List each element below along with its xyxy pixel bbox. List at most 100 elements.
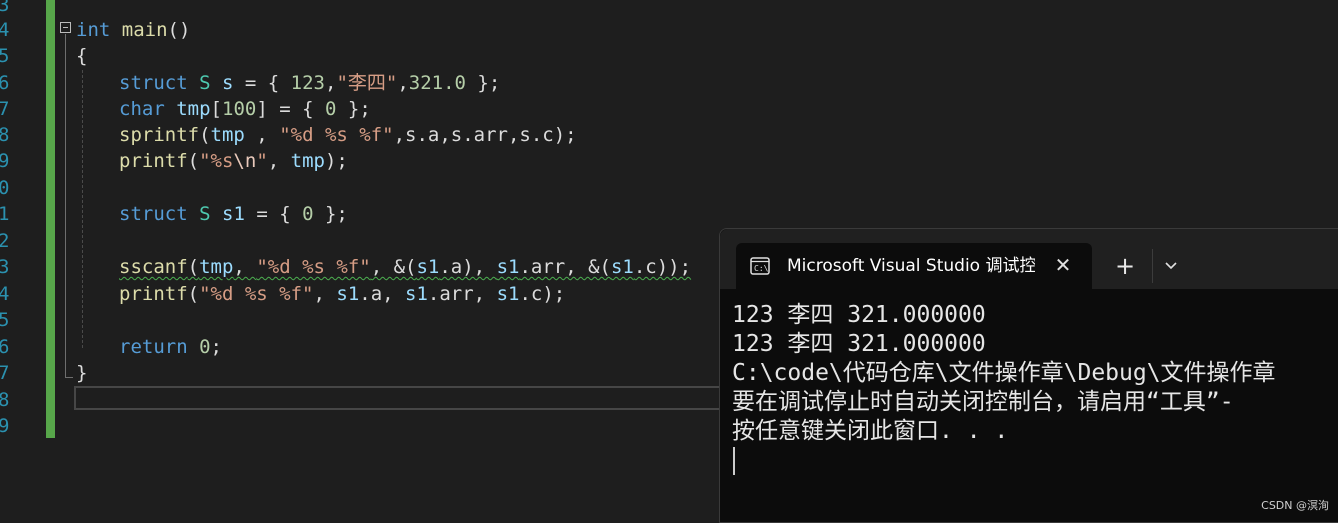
token: 0: [324, 98, 337, 120]
code-line[interactable]: 6 struct S s = { 123,"李四",321.0 };: [0, 70, 1338, 97]
console-tab[interactable]: C:\ Microsoft Visual Studio 调试控制台 ✕: [736, 243, 1092, 289]
code-text[interactable]: sscanf(tmp, "%d %s %f", &(s1.a), s1.arr,…: [119, 254, 691, 281]
token: .arr,: [427, 283, 497, 305]
code-line[interactable]: 9 printf("%s\n", tmp);: [0, 148, 1338, 175]
token: s1: [222, 203, 245, 225]
token: "%d %s %f": [199, 283, 314, 305]
token: tmp: [176, 98, 211, 120]
code-text[interactable]: return 0;: [119, 334, 222, 361]
line-number: 3: [0, 256, 10, 278]
token: (: [187, 150, 200, 172]
token: s1: [496, 283, 520, 305]
code-text[interactable]: struct S s1 = { 0 };: [119, 201, 348, 228]
code-line: 3: [0, 0, 1338, 19]
token: (): [167, 19, 191, 41]
token: return: [119, 336, 188, 358]
line-number: 6: [0, 336, 10, 358]
line-number: 7: [0, 98, 10, 120]
debug-console-window[interactable]: C:\ Microsoft Visual Studio 调试控制台 ✕ + 12…: [719, 228, 1338, 523]
line-number: 4: [0, 283, 10, 305]
code-line[interactable]: 5 {: [0, 43, 1338, 70]
token: sscanf: [119, 256, 188, 278]
token: ]: [256, 98, 268, 120]
token: S: [199, 72, 211, 94]
token: s: [222, 72, 234, 94]
line-number: 5: [0, 309, 10, 331]
token: ,: [397, 72, 409, 94]
token: .c);: [519, 283, 566, 305]
code-line[interactable]: 7 char tmp[100] = { 0 };: [0, 96, 1338, 123]
new-tab-button[interactable]: +: [1112, 253, 1138, 279]
token: ,: [267, 150, 291, 172]
token: ,s.a,s.arr,s.c);: [393, 124, 577, 146]
warning-squiggle[interactable]: sscanf(tmp, "%d %s %f", &(s1.a), s1.arr,…: [119, 256, 691, 278]
watermark: CSDN @溟洵: [1261, 499, 1329, 512]
token: (: [199, 124, 211, 146]
text-cursor: [733, 447, 735, 475]
token: main: [121, 19, 168, 41]
token: = {: [244, 203, 303, 225]
token: tmp: [210, 124, 245, 146]
token: };: [465, 72, 501, 94]
token: }: [76, 362, 88, 384]
code-text[interactable]: {: [76, 43, 87, 70]
token: [: [210, 98, 222, 120]
token: s1: [496, 256, 520, 278]
code-text[interactable]: sprintf(tmp , "%d %s %f",s.a,s.arr,s.c);: [119, 122, 577, 149]
token: S: [199, 203, 211, 225]
code-text[interactable]: struct S s = { 123,"李四",321.0 };: [119, 70, 500, 97]
token: .c));: [633, 256, 692, 278]
close-icon[interactable]: ✕: [1052, 254, 1074, 276]
code-text[interactable]: int main(): [76, 17, 190, 44]
token: printf: [119, 283, 188, 305]
token: (: [187, 256, 200, 278]
token: "%d %s %f": [279, 124, 394, 146]
code-line[interactable]: 0: [0, 175, 1338, 202]
line-number: 9: [0, 150, 10, 172]
token: ": [256, 150, 268, 172]
token: ,: [244, 124, 280, 146]
token: 100: [222, 98, 257, 120]
token: tmp: [199, 256, 234, 278]
token: 123: [290, 72, 325, 94]
code-line[interactable]: 4 int main(): [0, 17, 1338, 44]
token: .a,: [359, 283, 406, 305]
line-number: 5: [0, 45, 10, 67]
token: s1: [416, 256, 440, 278]
line-number: 8: [0, 124, 10, 146]
code-line[interactable]: 1 struct S s1 = { 0 };: [0, 201, 1338, 228]
code-line[interactable]: 8 sprintf(tmp , "%d %s %f",s.a,s.arr,s.c…: [0, 122, 1338, 149]
code-text[interactable]: char tmp[100] = { 0 };: [119, 96, 371, 123]
line-number: 2: [0, 230, 10, 252]
console-output[interactable]: 123 李四 321.000000 123 李四 321.000000 C:\c…: [732, 301, 1338, 511]
token: );: [324, 150, 348, 172]
console-line: 按任意键关闭此窗口. . .: [732, 418, 1009, 444]
token: 321.0: [408, 72, 466, 94]
token: ;: [210, 336, 222, 358]
token: 0: [199, 336, 211, 358]
code-text[interactable]: }: [76, 360, 87, 387]
token: printf: [119, 150, 188, 172]
terminal-icon: C:\: [750, 257, 770, 275]
token: (: [187, 283, 200, 305]
token: = {: [267, 98, 325, 120]
code-text[interactable]: printf("%s\n", tmp);: [119, 148, 348, 175]
token: , &(: [370, 256, 417, 278]
line-number: 0: [0, 177, 10, 199]
token: ,: [313, 283, 337, 305]
code-text[interactable]: printf("%d %s %f", s1.a, s1.arr, s1.c);: [119, 281, 565, 308]
token: };: [313, 203, 348, 225]
token: ,: [324, 72, 337, 94]
token: struct: [119, 72, 188, 94]
line-number: 1: [0, 203, 10, 225]
token: int: [76, 19, 111, 41]
console-line: C:\code\代码仓库\文件操作章\Debug\文件操作章: [732, 360, 1276, 386]
token: s1: [336, 283, 360, 305]
console-titlebar[interactable]: C:\ Microsoft Visual Studio 调试控制台 ✕ +: [720, 229, 1338, 289]
svg-text:C:\: C:\: [754, 264, 769, 273]
console-line: 123 李四 321.000000: [732, 302, 986, 328]
divider: [1152, 249, 1153, 283]
line-number: 8: [0, 389, 10, 411]
line-number: 7: [0, 362, 10, 384]
chevron-down-icon[interactable]: [1160, 253, 1182, 277]
